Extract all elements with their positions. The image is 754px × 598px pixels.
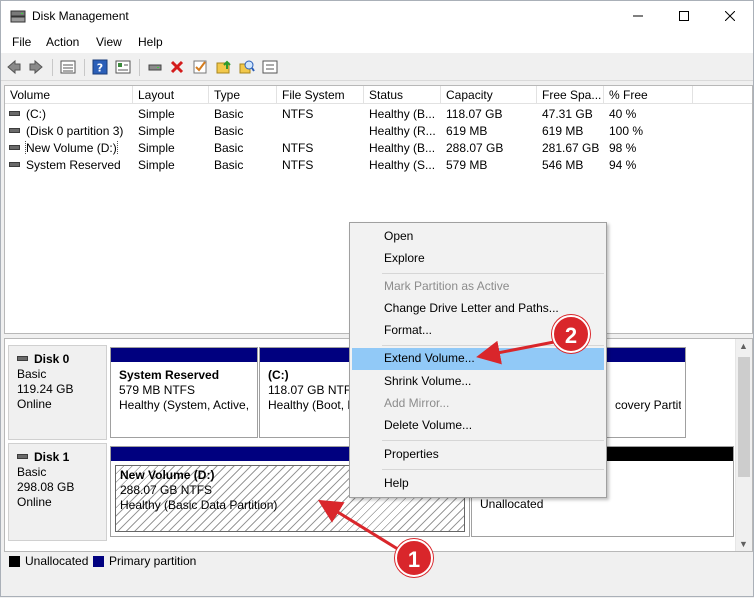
disk-management-window: Disk Management File Action View Help ?: [0, 0, 754, 597]
step-2-badge: 2: [552, 315, 590, 353]
step-1-badge: 1: [395, 539, 433, 577]
annotation-arrows: [317, 340, 555, 553]
